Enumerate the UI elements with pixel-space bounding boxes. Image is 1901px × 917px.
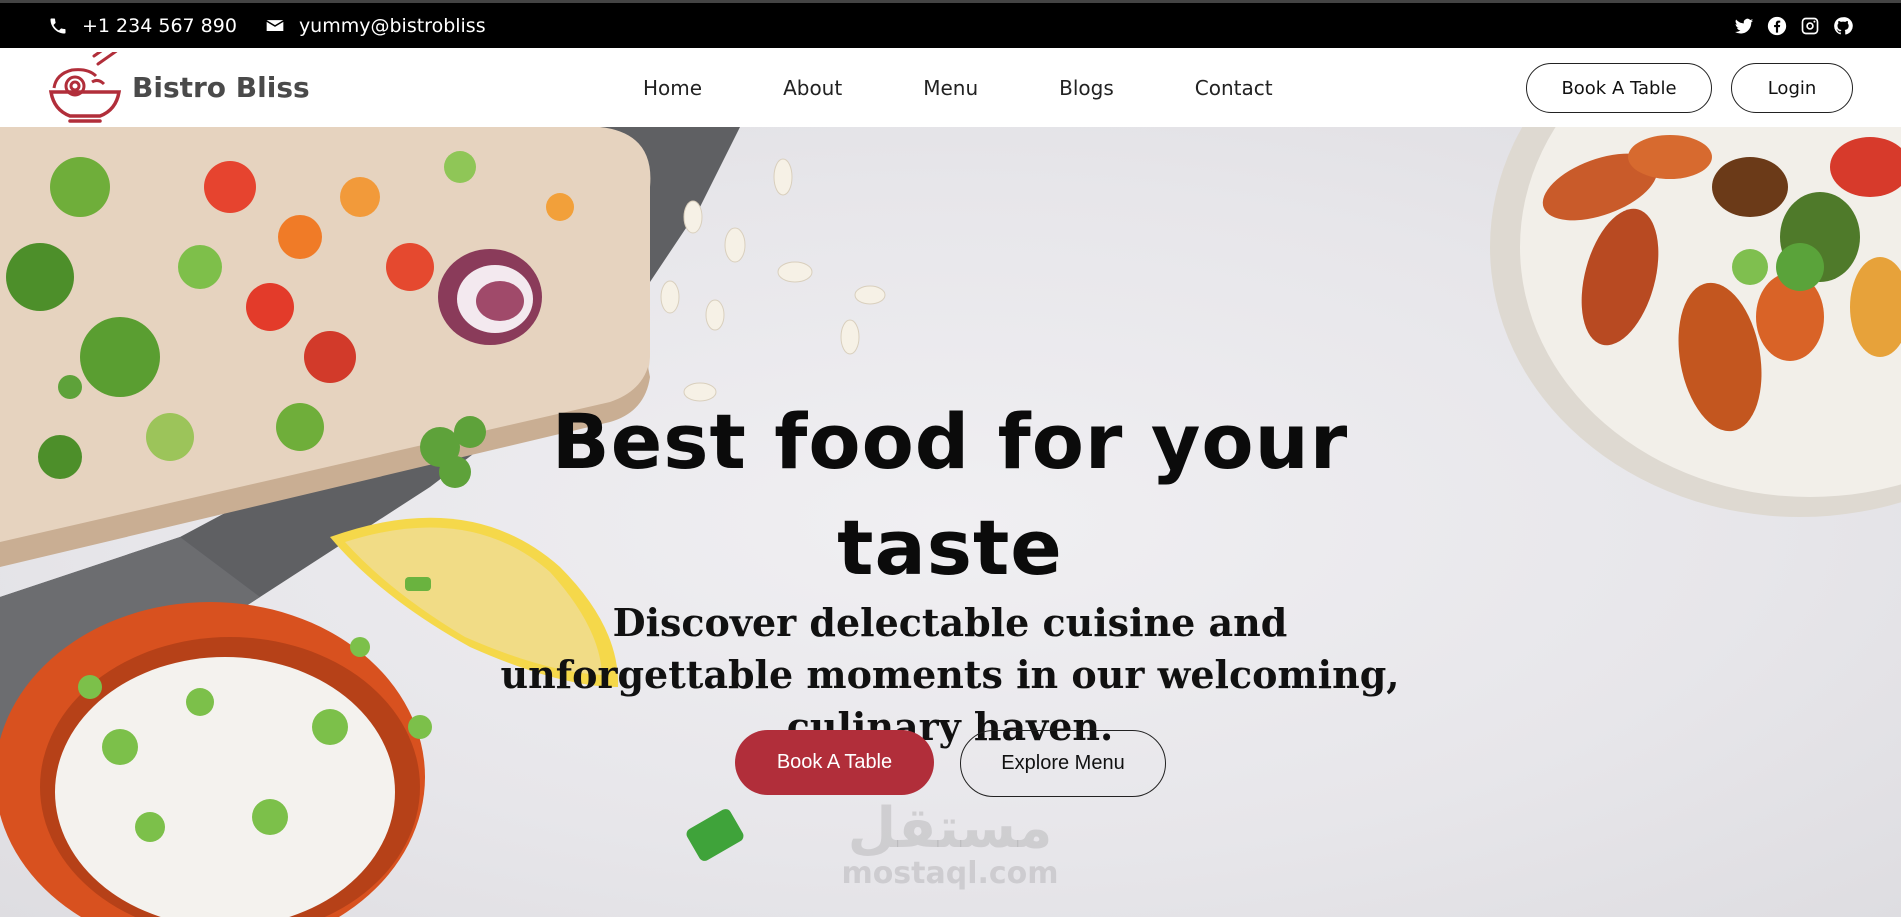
facebook-icon[interactable] (1767, 16, 1787, 36)
watermark-arabic: مستقل (847, 796, 1053, 861)
brand[interactable]: Bistro Bliss (48, 51, 310, 124)
email-contact[interactable]: yummy@bistrobliss (265, 15, 486, 37)
hero-section: Best food for your taste Discover delect… (0, 127, 1901, 917)
nav-link-menu[interactable]: Menu (923, 76, 978, 100)
noodle-bowl-logo (48, 51, 122, 123)
twitter-icon[interactable] (1734, 16, 1754, 36)
top-bar: +1 234 567 890 yummy@bistrobliss (0, 0, 1901, 48)
main-navbar: Bistro Bliss Home About Menu Blogs Conta… (0, 48, 1901, 127)
github-icon[interactable] (1833, 16, 1853, 36)
login-button[interactable]: Login (1731, 63, 1853, 113)
contact-info: +1 234 567 890 yummy@bistrobliss (48, 15, 500, 37)
explore-menu-button[interactable]: Explore Menu (960, 730, 1166, 797)
nav-actions: Book A Table Login (1526, 63, 1853, 113)
book-table-nav-button[interactable]: Book A Table (1526, 63, 1712, 113)
nav-menu: Home About Menu Blogs Contact (643, 48, 1273, 127)
watermark-latin: mostaql.com (841, 856, 1059, 891)
hero-title: Best food for your taste (551, 397, 1349, 592)
nav-link-contact[interactable]: Contact (1195, 76, 1273, 100)
phone-contact[interactable]: +1 234 567 890 (48, 15, 237, 37)
book-table-button[interactable]: Book A Table (735, 730, 934, 795)
phone-icon (50, 18, 66, 33)
social-links (1734, 16, 1853, 36)
nav-link-about[interactable]: About (783, 76, 842, 100)
envelope-icon (266, 19, 284, 31)
hero-actions: Book A Table Explore Menu (735, 730, 1166, 797)
nav-link-blogs[interactable]: Blogs (1059, 76, 1114, 100)
nav-link-home[interactable]: Home (643, 76, 702, 100)
instagram-icon[interactable] (1800, 16, 1820, 36)
watermark: مستقل mostaql.com (835, 799, 1065, 889)
brand-name: Bistro Bliss (132, 71, 310, 104)
email-address: yummy@bistrobliss (298, 14, 486, 37)
phone-number: +1 234 567 890 (82, 14, 237, 37)
